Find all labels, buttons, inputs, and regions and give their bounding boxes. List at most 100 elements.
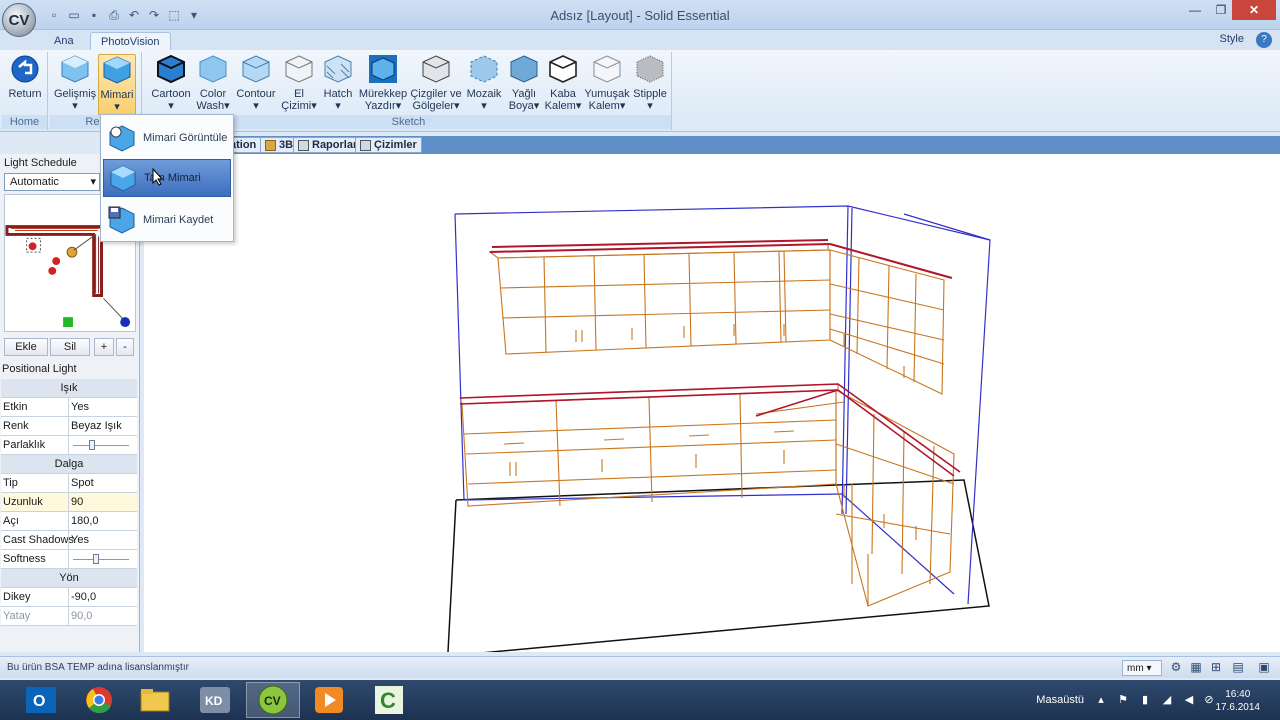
prop-row-cast-shadows[interactable]: Cast Shadows Yes [1, 531, 137, 550]
positional-light-title: Positional Light [2, 363, 77, 375]
cv-taskbar-icon[interactable]: CV [246, 682, 300, 718]
mimari-button[interactable]: Mimari ▾ [98, 54, 136, 116]
yagli-boya-button[interactable]: Yağlı Boya▾ [506, 54, 542, 112]
slider-thumb[interactable] [89, 440, 95, 450]
stipple-button[interactable]: Stipple ▾ [630, 54, 670, 112]
chrome-taskbar-icon[interactable] [72, 682, 126, 718]
hatch-button[interactable]: Hatch ▾ [320, 54, 356, 112]
prop-row-parlaklik[interactable]: Parlaklık [1, 436, 137, 455]
prop-value[interactable]: Yes [68, 531, 137, 549]
prop-key: Etkin [3, 401, 28, 413]
murekkep-yazdir-button[interactable]: Mürekkep Yazdır▾ [358, 54, 408, 112]
taskbar-clock[interactable]: 16:40 17.6.2014 [1216, 688, 1261, 714]
softness-slider[interactable] [73, 554, 129, 564]
maximize-button[interactable]: ❐ [1208, 0, 1234, 20]
tab-cizimler[interactable]: Çizimler [355, 137, 422, 153]
gelismis-button[interactable]: Gelişmiş ▾ [54, 54, 96, 112]
layers-icon[interactable]: ▤ [1230, 660, 1246, 676]
view-render-icon [109, 125, 135, 152]
prop-value[interactable]: Beyaz Işık [68, 417, 137, 435]
prop-value[interactable]: 180,0 [68, 512, 137, 530]
stipple-label: Stipple [633, 88, 667, 100]
camtasia-taskbar-icon[interactable]: C [362, 682, 416, 718]
action-center-icon[interactable]: ⚑ [1116, 693, 1130, 707]
kitchen-wireframe-model[interactable] [144, 154, 1280, 655]
murekkep-yazdir-icon [369, 55, 397, 83]
return-icon [11, 55, 39, 83]
help-icon[interactable]: ? [1256, 32, 1272, 48]
grid-snap-icon[interactable]: ▦ [1188, 660, 1204, 676]
mozaik-label: Mozaik [466, 88, 502, 100]
kaba-kalem-button[interactable]: Kaba Kalem▾ [544, 54, 582, 112]
title-bar: ▫ ▭ ▪ ⎙ ↶ ↷ ⬚ ▾ Adsız [Layout] - Solid E… [0, 0, 1280, 30]
kd-taskbar-icon[interactable]: KD [188, 682, 242, 718]
style-menu[interactable]: Style [1220, 33, 1244, 45]
unit-select[interactable]: mm ▾ [1122, 660, 1162, 676]
slider-thumb[interactable] [93, 554, 99, 564]
prop-row-renk[interactable]: Renk Beyaz Işık [1, 417, 137, 436]
prop-row-yatay: Yatay 90,0 [1, 607, 137, 626]
snap-icon[interactable]: ⚙ [1168, 660, 1184, 676]
tab-ana[interactable]: Ana [44, 32, 84, 50]
menu-item-tam-mimari[interactable]: Tam Mimari [103, 159, 231, 197]
cizgiler-label-1: Çizgiler ve [410, 88, 462, 100]
prop-value[interactable]: 90 [68, 493, 137, 511]
color-wash-button[interactable]: Color Wash▾ [194, 54, 232, 112]
prop-value[interactable]: Spot [68, 474, 137, 492]
yumusak-label-2: Kalem [588, 100, 620, 112]
ortho-icon[interactable]: ⊞ [1208, 660, 1224, 676]
el-cizimi-button[interactable]: El Çizimi▾ [280, 54, 318, 112]
light-schedule-select[interactable]: Automatic [4, 173, 100, 191]
file-explorer-taskbar-icon[interactable] [128, 682, 182, 718]
contour-button[interactable]: Contour ▾ [234, 54, 278, 112]
app-logo[interactable]: CV [2, 3, 36, 37]
delete-light-button[interactable]: Sil [50, 338, 90, 356]
volume-icon[interactable]: ◀ [1182, 693, 1196, 707]
menu-item-mimari-kaydet[interactable]: Mimari Kaydet [103, 201, 231, 239]
cizgiler-label-2: Gölgeler [412, 100, 455, 112]
minimize-button[interactable]: — [1182, 0, 1208, 20]
security-icon[interactable]: ⊘ [1202, 693, 1216, 707]
section-isik[interactable]: Işık [1, 379, 137, 398]
contour-label: Contour [236, 88, 276, 100]
outlook-taskbar-icon[interactable]: O [14, 682, 68, 718]
zoom-in-button[interactable]: + [94, 338, 114, 356]
add-light-button[interactable]: Ekle [4, 338, 48, 356]
prop-value[interactable]: -90,0 [68, 588, 137, 606]
prop-row-uzunluk[interactable]: Uzunluk 90 [1, 493, 137, 512]
tab-photovision[interactable]: PhotoVision [90, 32, 171, 50]
yumusak-label-1: Yumuşak [584, 88, 630, 100]
prop-row-tip[interactable]: Tip Spot [1, 474, 137, 493]
mimari-dropdown-menu: Mimari Görüntüle Tam Mimari Mimari Kayde… [100, 114, 234, 242]
return-button[interactable]: Return [5, 54, 45, 100]
3d-viewport[interactable] [144, 154, 1280, 655]
mozaik-button[interactable]: Mozaik ▾ [464, 54, 504, 112]
tab-raporlar[interactable]: Raporlar [293, 137, 363, 153]
cartoon-icon [157, 54, 185, 84]
yumusak-kalem-button[interactable]: Yumuşak Kalem▾ [584, 54, 630, 112]
cartoon-button[interactable]: Cartoon ▾ [148, 54, 194, 112]
murekkep-label-1: Mürekkep [358, 88, 408, 100]
prop-row-etkin[interactable]: Etkin Yes [1, 398, 137, 417]
cizgiler-golgeler-button[interactable]: Çizgiler ve Gölgeler▾ [410, 54, 462, 112]
close-button[interactable]: ✕ [1232, 0, 1276, 20]
desktop-toolbar-label[interactable]: Masaüstü [1036, 694, 1084, 706]
section-dalga[interactable]: Dalga [1, 455, 137, 474]
document-tabs: ation 3B Raporlar Çizimler [140, 136, 1280, 154]
network-icon[interactable]: ◢ [1160, 693, 1174, 707]
section-yon[interactable]: Yön [1, 569, 137, 588]
mouse-cursor-icon [152, 168, 164, 186]
prop-row-aci[interactable]: Açı 180,0 [1, 512, 137, 531]
zoom-out-button[interactable]: - [116, 338, 134, 356]
brightness-slider[interactable] [73, 440, 129, 450]
media-player-taskbar-icon[interactable] [302, 682, 356, 718]
tray-expand-icon[interactable]: ▴ [1094, 693, 1108, 707]
prop-value[interactable]: Yes [68, 398, 137, 416]
settings-icon[interactable]: ▣ [1256, 660, 1272, 676]
menu-item-mimari-goruntule[interactable]: Mimari Görüntüle [103, 119, 231, 157]
yagli-label-1: Yağlı [511, 88, 537, 100]
prop-key: Dikey [3, 591, 31, 603]
prop-row-dikey[interactable]: Dikey -90,0 [1, 588, 137, 607]
power-icon[interactable]: ▮ [1138, 693, 1152, 707]
prop-row-softness[interactable]: Softness [1, 550, 137, 569]
